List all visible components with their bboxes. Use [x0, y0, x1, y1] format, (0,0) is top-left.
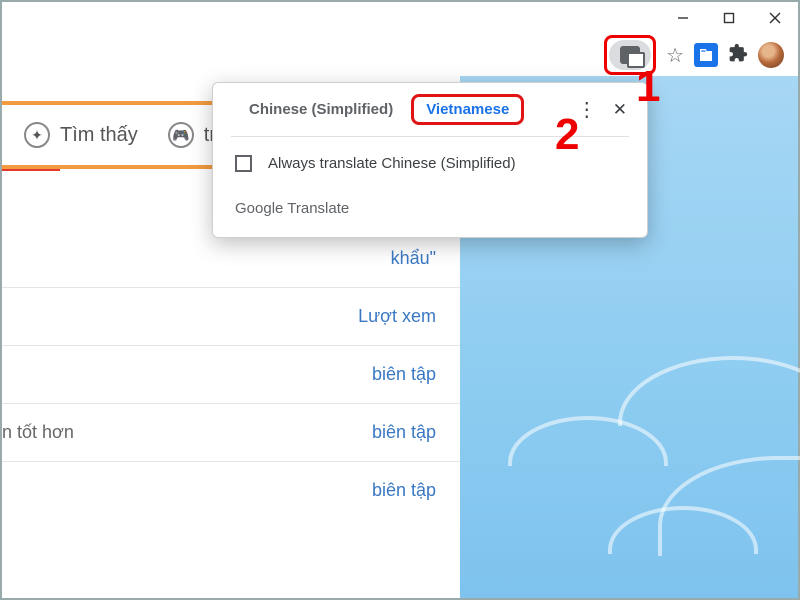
active-underline — [2, 169, 60, 171]
gamepad-icon: 🎮 — [168, 122, 194, 148]
list-item[interactable]: khẩu" — [2, 242, 460, 287]
bookmark-star-icon[interactable]: ☆ — [666, 43, 684, 68]
always-translate-label: Always translate Chinese (Simplified) — [268, 155, 516, 172]
checkbox-icon[interactable] — [235, 155, 252, 172]
list-item[interactable]: Lượt xem — [2, 287, 460, 345]
window-titlebar — [2, 2, 798, 34]
annotation-number-1: 1 — [636, 62, 660, 112]
translate-popup: Chinese (Simplified) Vietnamese ⋮ ✕ Alwa… — [212, 82, 648, 238]
close-popup-icon[interactable]: ✕ — [607, 100, 633, 120]
row-left-text: n tốt hơn — [2, 422, 74, 443]
maximize-button[interactable] — [706, 2, 752, 34]
annotation-number-2: 2 — [555, 110, 579, 160]
profile-avatar[interactable] — [758, 42, 784, 68]
browser-toolbar: ☆ — [2, 34, 798, 76]
minimize-button[interactable] — [660, 2, 706, 34]
google-translate-extension-icon[interactable] — [694, 43, 718, 67]
tab-target-language[interactable]: Vietnamese — [411, 94, 524, 125]
cloud-decoration — [618, 356, 800, 426]
compass-icon: ✦ — [24, 122, 50, 148]
extensions-puzzle-icon[interactable] — [728, 43, 748, 68]
close-window-button[interactable] — [752, 2, 798, 34]
always-translate-row[interactable]: Always translate Chinese (Simplified) — [213, 137, 647, 178]
list-item[interactable]: n tốt hơn biên tập — [2, 403, 460, 461]
google-translate-brand: Google Translate — [213, 178, 647, 223]
list-item[interactable]: biên tập — [2, 345, 460, 403]
ribbon-item-find[interactable]: ✦ Tìm thấy — [24, 122, 138, 148]
list-item[interactable]: biên tập — [2, 461, 460, 519]
tab-source-language[interactable]: Chinese (Simplified) — [235, 93, 407, 126]
ribbon-label: Tìm thấy — [60, 124, 138, 147]
translate-tabs: Chinese (Simplified) Vietnamese ⋮ ✕ — [213, 83, 647, 126]
content-list: đổi mật khẩu" Lượt xem biên tập n tốt hơ… — [2, 197, 460, 519]
